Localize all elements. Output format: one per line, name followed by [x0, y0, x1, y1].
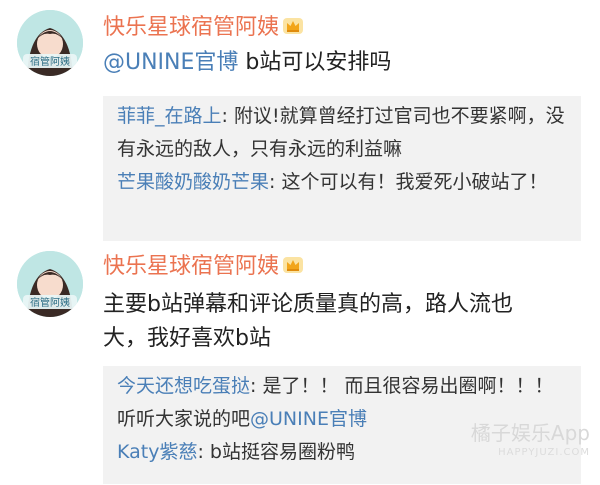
post-text: 主要b站弹幕和评论质量真的高，路人流也大，我好喜欢b站	[103, 288, 523, 356]
comment-box: 菲菲_在路上: 附议!就算曾经打过官司也不要紧啊，没有永远的敌人，只有永远的利益…	[103, 96, 581, 241]
author-name[interactable]: 快乐星球宿管阿姨	[103, 14, 304, 42]
comment-text: : b站挺容易圈粉鸭	[197, 441, 355, 463]
author-link[interactable]: 快乐星球宿管阿姨	[103, 254, 279, 279]
watermark: 橘子娱乐App HAPPYJUZI.COM	[471, 423, 590, 463]
comment: 菲菲_在路上: 附议!就算曾经打过官司也不要紧啊，没有永远的敌人，只有永远的利益…	[117, 100, 569, 166]
avatar[interactable]: 宿管阿姨	[17, 251, 83, 317]
watermark-sub: HAPPYJUZI.COM	[498, 447, 590, 458]
author-name[interactable]: 快乐星球宿管阿姨	[103, 253, 304, 281]
crown-icon	[283, 18, 304, 34]
commenter-name[interactable]: Katy紫慈	[117, 441, 197, 463]
watermark-main: 橘子娱乐App	[470, 421, 590, 445]
crown-icon	[283, 257, 304, 273]
post-body: 主要b站弹幕和评论质量真的高，路人流也大，我好喜欢b站	[103, 292, 513, 351]
author-link[interactable]: 快乐星球宿管阿姨	[103, 15, 279, 40]
commenter-name[interactable]: 菲菲_在路上	[117, 105, 222, 127]
mention-link[interactable]: @UNINE官博	[250, 408, 367, 430]
svg-text:宿管阿姨: 宿管阿姨	[30, 55, 70, 68]
avatar[interactable]: 宿管阿姨	[17, 10, 83, 76]
commenter-name[interactable]: 今天还想吃蛋挞	[117, 375, 250, 397]
commenter-name[interactable]: 芒果酸奶酸奶芒果	[117, 171, 269, 193]
svg-text:宿管阿姨: 宿管阿姨	[30, 296, 70, 309]
comment: 芒果酸奶酸奶芒果: 这个可以有！我爱死小破站了！	[117, 166, 569, 199]
mention-link[interactable]: @UNINE官博	[103, 50, 238, 75]
post-body: b站可以安排吗	[238, 50, 392, 75]
post-text: @UNINE官博 b站可以安排吗	[103, 46, 573, 80]
comment-text: : 这个可以有！我爱死小破站了！	[269, 171, 548, 193]
